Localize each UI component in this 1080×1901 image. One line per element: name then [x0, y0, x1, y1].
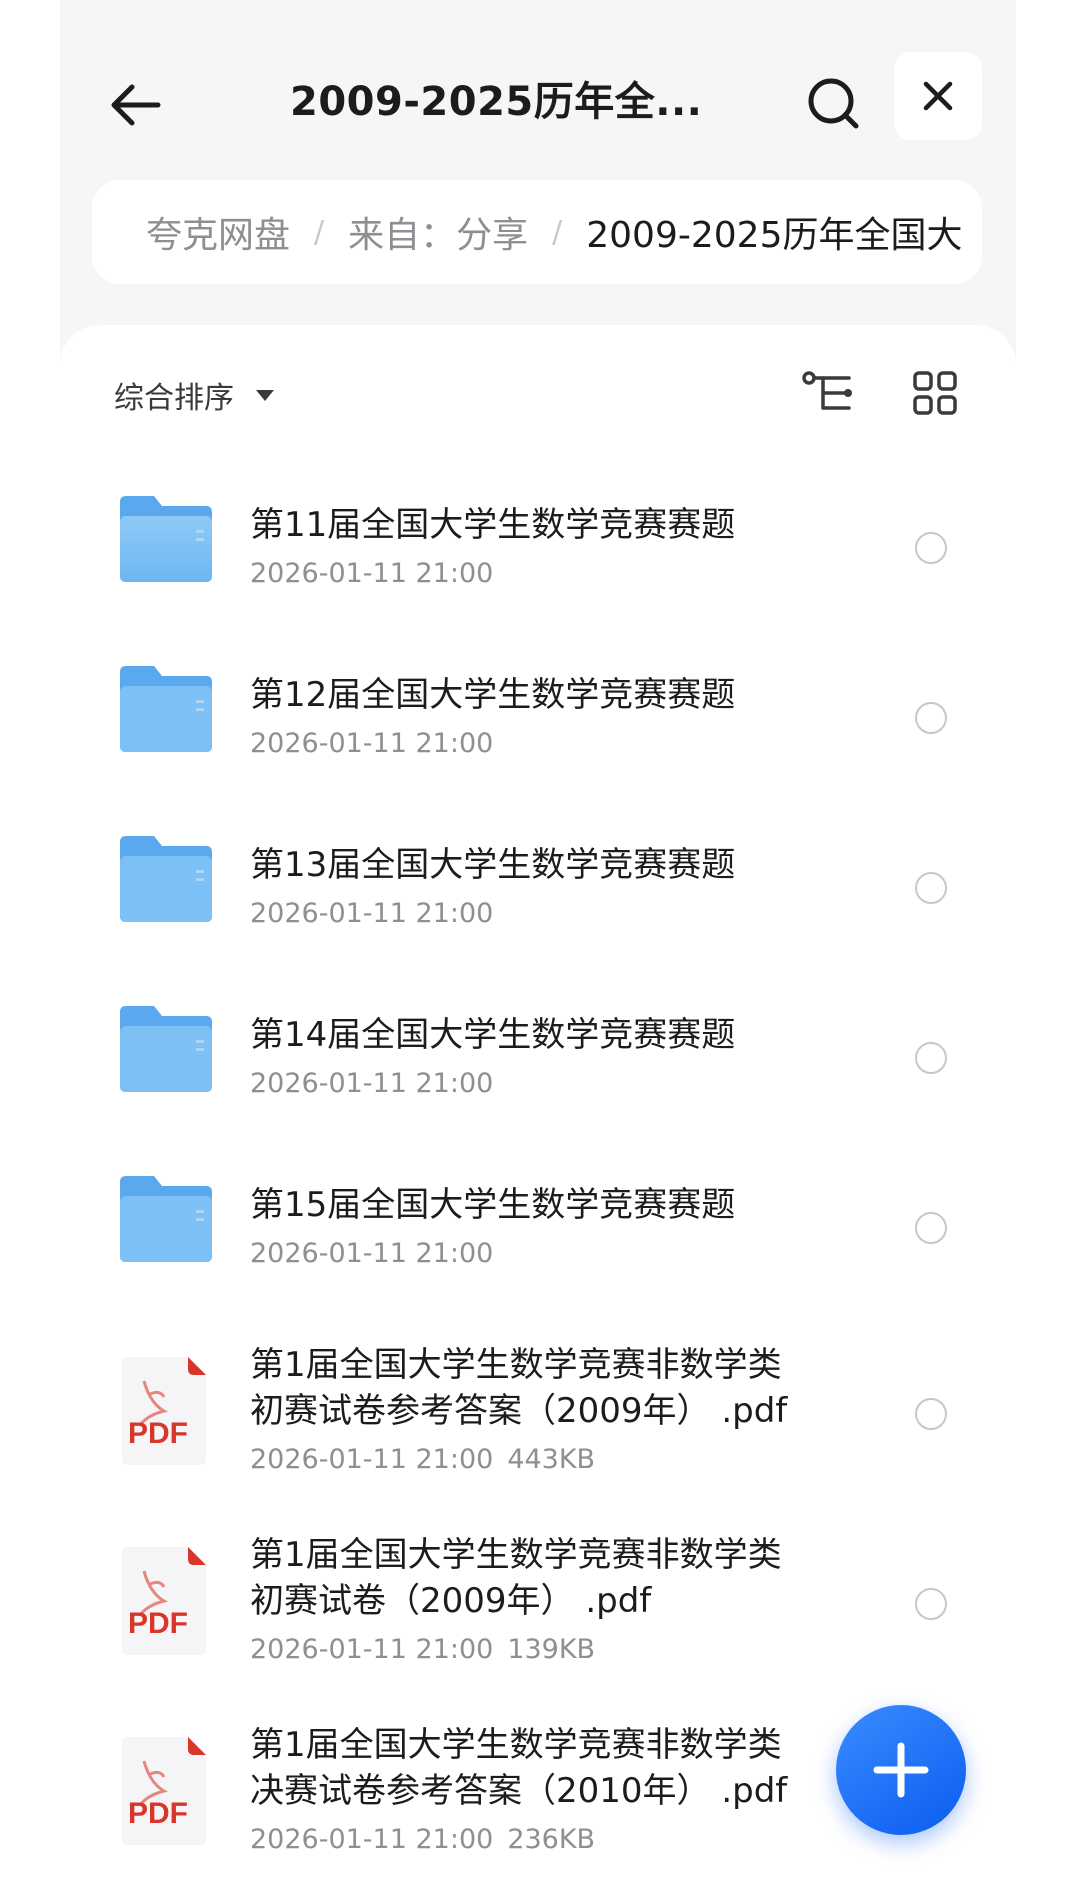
list-item[interactable]: PDF 第1届全国大学生数学竞赛非数学类 初赛试卷参考答案（2009年） .pd… [60, 1330, 1016, 1495]
list-item[interactable]: 第15届全国大学生数学竞赛赛题 2026-01-11 21:00 [60, 1160, 1016, 1290]
search-icon [808, 78, 859, 129]
pdf-badge: PDF [128, 1607, 188, 1640]
folder-icon [120, 836, 212, 922]
file-meta: 2026-01-11 21:00 443KB [250, 1444, 595, 1475]
file-name: 第12届全国大学生数学竞赛赛题 [250, 675, 736, 715]
folder-icon [120, 496, 212, 582]
breadcrumb-separator: / [552, 214, 563, 250]
file-name-line2: 初赛试卷（2009年） .pdf [250, 1581, 652, 1621]
caret-down-icon [256, 389, 274, 401]
select-checkbox[interactable] [915, 1588, 947, 1620]
select-checkbox[interactable] [915, 1042, 947, 1074]
file-name-line2: 初赛试卷参考答案（2009年） .pdf [250, 1391, 788, 1431]
folder-icon [120, 666, 212, 752]
file-date: 2026-01-11 21:00 [250, 898, 494, 929]
file-date: 2026-01-11 21:00 [250, 1238, 494, 1269]
left-margin [0, 0, 60, 1901]
back-button[interactable] [100, 70, 170, 140]
file-meta: 2026-01-11 21:00 236KB [250, 1824, 595, 1855]
file-meta: 2026-01-11 21:00 [250, 1238, 493, 1269]
file-meta: 2026-01-11 21:00 [250, 728, 493, 759]
app-window: 2009-2025历年全... 夸克网盘 / 来自：分享 / 2009-2025… [60, 0, 1016, 1901]
file-date: 2026-01-11 21:00 [250, 728, 494, 759]
file-meta: 2026-01-11 21:00 [250, 1068, 493, 1099]
file-meta: 2026-01-11 21:00 139KB [250, 1634, 595, 1665]
select-checkbox[interactable] [915, 702, 947, 734]
right-margin [1016, 0, 1080, 1901]
plus-icon [873, 1742, 929, 1798]
file-date: 2026-01-11 21:00 [250, 1444, 494, 1475]
breadcrumb-item-share[interactable]: 来自：分享 [342, 206, 534, 258]
select-checkbox[interactable] [915, 872, 947, 904]
file-date: 2026-01-11 21:00 [250, 1068, 494, 1099]
list-item[interactable]: 第11届全国大学生数学竞赛赛题 2026-01-11 21:00 [60, 480, 1016, 610]
sort-label: 综合排序 [114, 381, 234, 416]
folder-icon [120, 1176, 212, 1262]
list-item[interactable]: PDF 第1届全国大学生数学竞赛非数学类 初赛试卷（2009年） .pdf 20… [60, 1520, 1016, 1685]
pdf-badge: PDF [128, 1797, 188, 1830]
file-name-line1: 第1届全国大学生数学竞赛非数学类 [250, 1725, 782, 1765]
list-item[interactable]: 第12届全国大学生数学竞赛赛题 2026-01-11 21:00 [60, 650, 1016, 780]
tree-view-icon [802, 371, 852, 410]
file-meta: 2026-01-11 21:00 [250, 558, 493, 589]
close-button[interactable] [894, 52, 982, 140]
file-date: 2026-01-11 21:00 [250, 558, 494, 589]
grid-view-icon [913, 371, 957, 415]
breadcrumb-separator: / [314, 214, 325, 250]
file-name: 第14届全国大学生数学竞赛赛题 [250, 1015, 736, 1055]
arrow-left-icon [111, 84, 161, 126]
folder-icon [120, 1006, 212, 1092]
file-size: 139KB [507, 1634, 596, 1665]
close-icon [923, 81, 953, 111]
pdf-file-icon: PDF [122, 1737, 206, 1845]
grid-view-button[interactable] [905, 363, 965, 423]
search-button[interactable] [798, 68, 868, 138]
breadcrumb-item-root[interactable]: 夸克网盘 [92, 206, 296, 258]
pdf-badge: PDF [128, 1417, 188, 1450]
tree-view-button[interactable] [798, 363, 858, 423]
page-title: 2009-2025历年全... [290, 79, 703, 125]
breadcrumb: 夸克网盘 / 来自：分享 / 2009-2025历年全国大 [92, 180, 982, 284]
breadcrumb-item-current: 2009-2025历年全国大 [586, 215, 963, 256]
select-checkbox[interactable] [915, 532, 947, 564]
pdf-file-icon: PDF [122, 1357, 206, 1465]
file-meta: 2026-01-11 21:00 [250, 898, 493, 929]
add-button[interactable] [836, 1705, 966, 1835]
list-item[interactable]: 第14届全国大学生数学竞赛赛题 2026-01-11 21:00 [60, 990, 1016, 1120]
file-date: 2026-01-11 21:00 [250, 1634, 494, 1665]
file-name-line1: 第1届全国大学生数学竞赛非数学类 [250, 1345, 782, 1385]
file-size: 443KB [507, 1444, 596, 1475]
sort-dropdown[interactable]: 综合排序 [114, 365, 274, 425]
file-name: 第13届全国大学生数学竞赛赛题 [250, 845, 736, 885]
list-item[interactable]: 第13届全国大学生数学竞赛赛题 2026-01-11 21:00 [60, 820, 1016, 950]
file-name: 第11届全国大学生数学竞赛赛题 [250, 505, 736, 545]
file-date: 2026-01-11 21:00 [250, 1824, 494, 1855]
file-name-line2: 决赛试卷参考答案（2010年） .pdf [250, 1771, 788, 1811]
file-panel: 综合排序 第11届全国大学生数学竞赛赛题 2026-01-11 21:00 第1… [60, 325, 1016, 1901]
select-checkbox[interactable] [915, 1398, 947, 1430]
select-checkbox[interactable] [915, 1212, 947, 1244]
file-name-line1: 第1届全国大学生数学竞赛非数学类 [250, 1535, 782, 1575]
file-name: 第15届全国大学生数学竞赛赛题 [250, 1185, 736, 1225]
pdf-file-icon: PDF [122, 1547, 206, 1655]
file-size: 236KB [507, 1824, 596, 1855]
